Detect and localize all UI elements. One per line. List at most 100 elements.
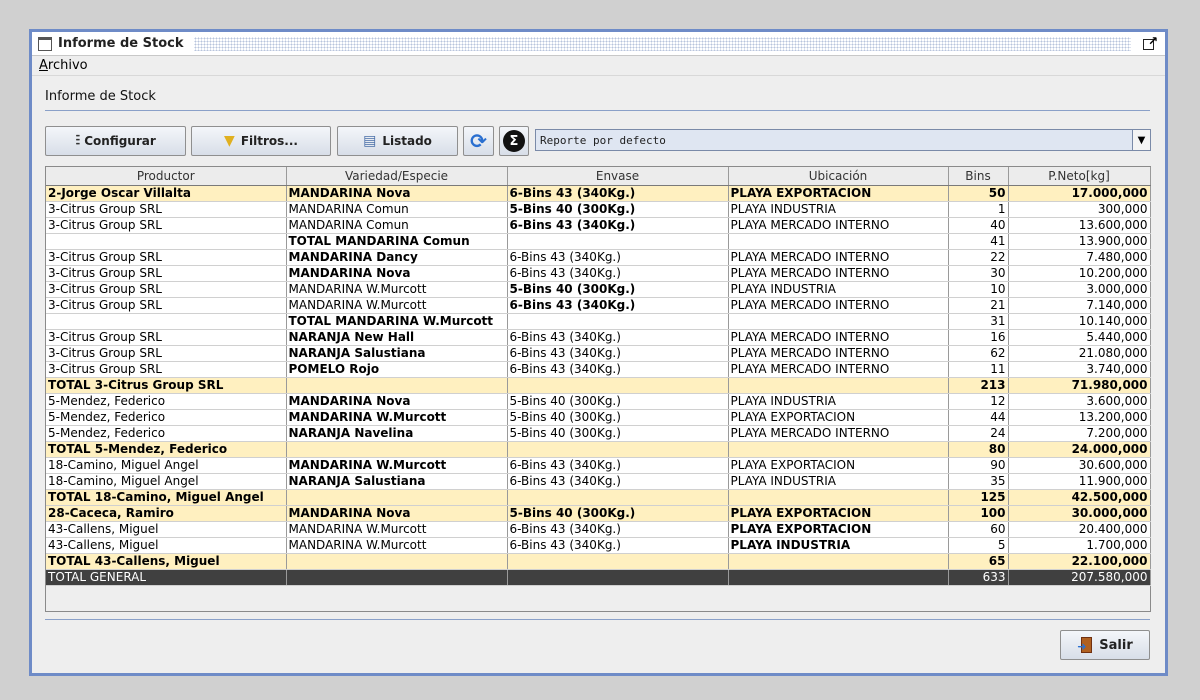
highlighted-row[interactable]: TOTAL 18-Camino, Miguel Angel 125 42.500,0… xyxy=(46,489,1151,506)
cell-productor: TOTAL 3-Citrus Group SRL xyxy=(46,377,287,394)
cell-envase: 6-Bins 43 (340Kg.) xyxy=(507,473,729,490)
column-header-peso-neto[interactable]: P.Neto[kg] xyxy=(1008,167,1151,186)
window-icon xyxy=(38,36,52,51)
table-row[interactable]: 5-Mendez, Federico NARANJA Navelina 5-Bins… xyxy=(46,425,1151,442)
listado-button[interactable]: ▤ Listado xyxy=(337,126,458,156)
cell-productor xyxy=(46,233,287,250)
cell-bins: 125 xyxy=(948,489,1009,506)
table-row[interactable]: 3-Citrus Group SRL MANDARINA Dancy 6-Bins … xyxy=(46,249,1151,266)
highlighted-row[interactable]: TOTAL 5-Mendez, Federico 80 24.000,000 xyxy=(46,441,1151,458)
filtros-button[interactable]: ▼ Filtros... xyxy=(191,126,331,156)
cell-productor: 43-Callens, Miguel xyxy=(46,521,287,538)
table-row[interactable]: 43-Callens, Miguel MANDARINA W.Murcott 6-B… xyxy=(46,537,1151,554)
cell-ubicacion: PLAYA EXPORTACION xyxy=(728,505,949,522)
cell-envase xyxy=(507,233,729,250)
table-row[interactable]: 3-Citrus Group SRL NARANJA New Hall 6-Bins… xyxy=(46,329,1151,346)
cell-peso-neto: 7.200,000 xyxy=(1008,425,1151,442)
cell-peso-neto: 300,000 xyxy=(1008,201,1151,218)
column-header-productor[interactable]: Productor xyxy=(46,167,287,186)
table-row[interactable]: 5-Mendez, Federico MANDARINA W.Murcott 5-B… xyxy=(46,409,1151,426)
table-row[interactable]: 3-Citrus Group SRL MANDARINA Nova 6-Bins 4… xyxy=(46,265,1151,282)
cell-envase: 5-Bins 40 (300Kg.) xyxy=(507,425,729,442)
cell-envase xyxy=(507,489,729,506)
cell-variedad: MANDARINA Nova xyxy=(286,505,508,522)
cell-bins: 35 xyxy=(948,473,1009,490)
cell-productor: 5-Mendez, Federico xyxy=(46,393,287,410)
menu-archivo[interactable]: Archivo xyxy=(39,58,88,73)
highlighted-row[interactable]: TOTAL 3-Citrus Group SRL 213 71.980,000 xyxy=(46,377,1151,394)
cell-peso-neto: 1.700,000 xyxy=(1008,537,1151,554)
grand-total-row[interactable]: TOTAL GENERAL 633 207.580,000 xyxy=(46,569,1151,586)
table-row[interactable]: 3-Citrus Group SRL MANDARINA W.Murcott 5-B… xyxy=(46,281,1151,298)
listado-label: Listado xyxy=(382,134,432,148)
bottom-separator xyxy=(45,619,1150,620)
cell-ubicacion: PLAYA MERCADO INTERNO xyxy=(728,345,949,362)
report-select[interactable]: Reporte por defecto ▼ xyxy=(535,129,1151,151)
panel-title: Informe de Stock xyxy=(45,89,156,104)
configurar-button[interactable]: ⫶⫶ Configurar xyxy=(45,126,186,156)
column-header-envase[interactable]: Envase xyxy=(507,167,729,186)
cell-ubicacion xyxy=(728,313,949,330)
filtros-label: Filtros... xyxy=(240,134,298,148)
cell-productor: 5-Mendez, Federico xyxy=(46,425,287,442)
table-row[interactable]: 3-Citrus Group SRL POMELO Rojo 6-Bins 43 (… xyxy=(46,361,1151,378)
cell-ubicacion: PLAYA MERCADO INTERNO xyxy=(728,361,949,378)
cell-envase xyxy=(507,313,729,330)
cell-productor: 43-Callens, Miguel xyxy=(46,537,287,554)
highlighted-row[interactable]: TOTAL 43-Callens, Miguel 65 22.100,000 xyxy=(46,553,1151,570)
column-header-bins[interactable]: Bins xyxy=(948,167,1009,186)
sigma-icon: Σ xyxy=(503,130,525,152)
cell-peso-neto: 3.740,000 xyxy=(1008,361,1151,378)
cell-productor: TOTAL 5-Mendez, Federico xyxy=(46,441,287,458)
cell-productor xyxy=(46,313,287,330)
cell-envase: 6-Bins 43 (340Kg.) xyxy=(507,217,729,234)
cell-productor: 3-Citrus Group SRL xyxy=(46,265,287,282)
title-bar[interactable]: Informe de Stock ↗ xyxy=(32,32,1165,56)
cell-variedad xyxy=(286,569,508,586)
stock-table-container[interactable]: Productor Variedad/Especie Envase Ubicac… xyxy=(45,166,1151,612)
cell-variedad: MANDARINA Comun xyxy=(286,217,508,234)
cell-peso-neto: 71.980,000 xyxy=(1008,377,1151,394)
cell-bins: 10 xyxy=(948,281,1009,298)
cell-ubicacion: PLAYA MERCADO INTERNO xyxy=(728,297,949,314)
cell-productor: 2-Jorge Oscar Villalta xyxy=(46,185,287,202)
cell-variedad: MANDARINA Nova xyxy=(286,185,508,202)
cell-envase: 6-Bins 43 (340Kg.) xyxy=(507,265,729,282)
salir-button[interactable]: ➜ Salir xyxy=(1060,630,1150,660)
table-row[interactable]: 43-Callens, Miguel MANDARINA W.Murcott 6-B… xyxy=(46,521,1151,538)
cell-envase: 6-Bins 43 (340Kg.) xyxy=(507,329,729,346)
table-row[interactable]: 3-Citrus Group SRL NARANJA Salustiana 6-Bi… xyxy=(46,345,1151,362)
cell-bins: 633 xyxy=(948,569,1009,586)
cell-variedad: MANDARINA Nova xyxy=(286,393,508,410)
highlighted-row[interactable]: 2-Jorge Oscar Villalta MANDARINA Nova 6-Bi… xyxy=(46,185,1151,202)
cell-variedad xyxy=(286,441,508,458)
totals-button[interactable]: Σ xyxy=(499,126,529,156)
table-row[interactable]: 3-Citrus Group SRL MANDARINA Comun 6-Bins … xyxy=(46,217,1151,234)
cell-ubicacion: PLAYA INDUSTRIA xyxy=(728,537,949,554)
cell-peso-neto: 10.140,000 xyxy=(1008,313,1151,330)
column-header-ubicacion[interactable]: Ubicación xyxy=(728,167,949,186)
cell-productor: 3-Citrus Group SRL xyxy=(46,249,287,266)
table-row[interactable]: 5-Mendez, Federico MANDARINA Nova 5-Bins 4… xyxy=(46,393,1151,410)
highlighted-row[interactable]: 28-Caceca, Ramiro MANDARINA Nova 5-Bins 40… xyxy=(46,505,1151,522)
cell-ubicacion xyxy=(728,489,949,506)
maximize-icon[interactable]: ↗ xyxy=(1141,35,1159,53)
cell-bins: 12 xyxy=(948,393,1009,410)
cell-ubicacion: PLAYA MERCADO INTERNO xyxy=(728,425,949,442)
column-header-variedad[interactable]: Variedad/Especie xyxy=(286,167,508,186)
chevron-down-icon[interactable]: ▼ xyxy=(1132,130,1150,150)
table-row[interactable]: 3-Citrus Group SRL MANDARINA W.Murcott 6-B… xyxy=(46,297,1151,314)
cell-variedad xyxy=(286,489,508,506)
refresh-button[interactable]: ⟳ xyxy=(463,126,494,156)
table-row[interactable]: 3-Citrus Group SRL MANDARINA Comun 5-Bins … xyxy=(46,201,1151,218)
cell-variedad: MANDARINA W.Murcott xyxy=(286,409,508,426)
table-row[interactable]: TOTAL MANDARINA Comun 41 13.900,000 xyxy=(46,233,1151,250)
cell-ubicacion xyxy=(728,233,949,250)
table-row[interactable]: 18-Camino, Miguel Angel MANDARINA W.Murco… xyxy=(46,457,1151,474)
cell-envase: 5-Bins 40 (300Kg.) xyxy=(507,393,729,410)
cell-productor: 28-Caceca, Ramiro xyxy=(46,505,287,522)
table-row[interactable]: TOTAL MANDARINA W.Murcott 31 10.140,000 xyxy=(46,313,1151,330)
title-bar-grip xyxy=(193,36,1131,51)
cell-bins: 100 xyxy=(948,505,1009,522)
table-row[interactable]: 18-Camino, Miguel Angel NARANJA Salustian… xyxy=(46,473,1151,490)
